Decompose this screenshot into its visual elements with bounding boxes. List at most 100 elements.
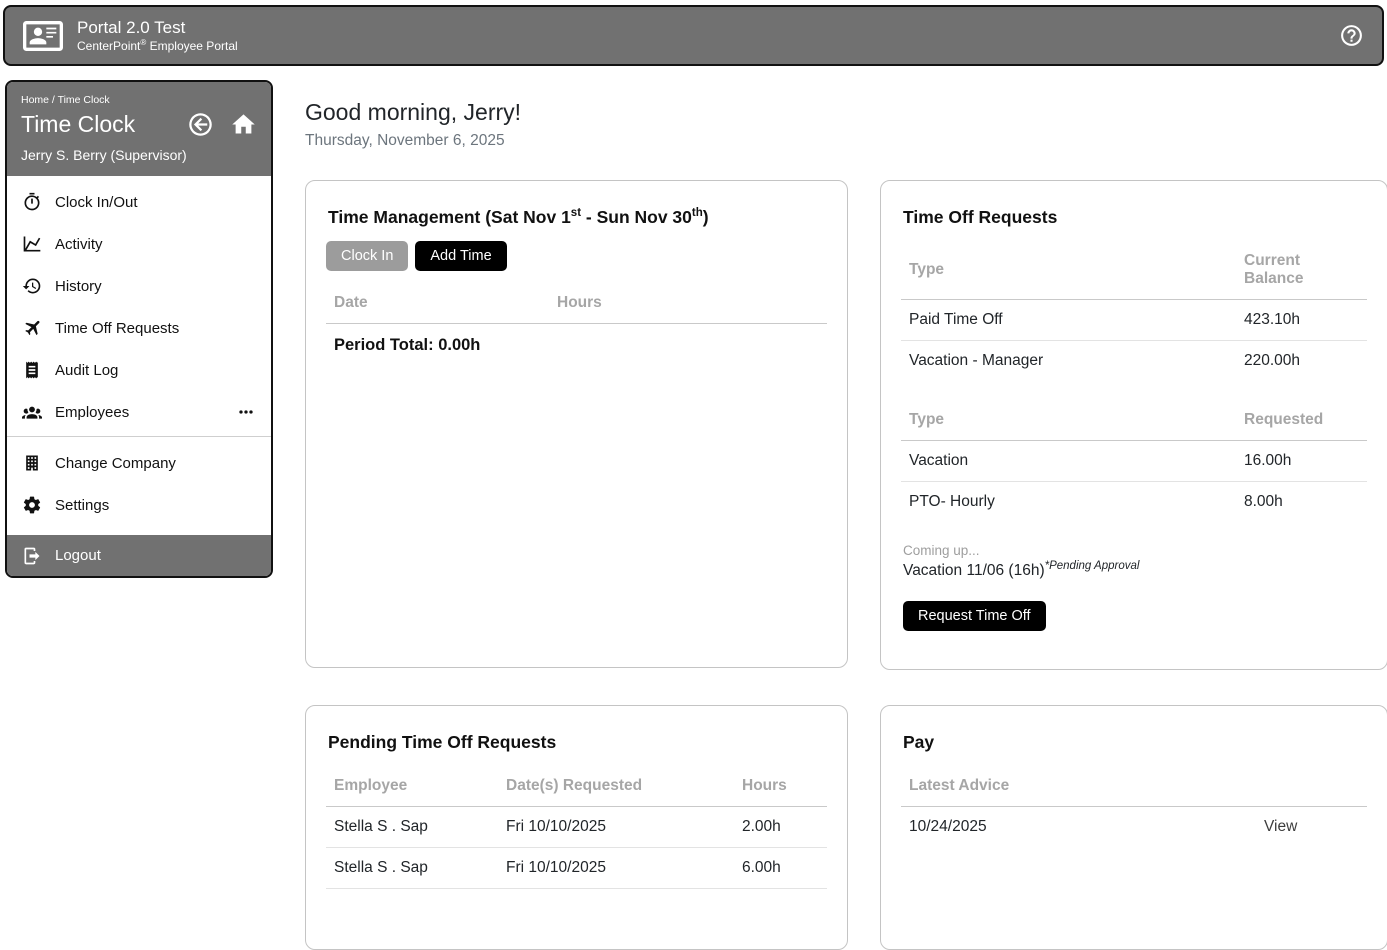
cell-employee: Stella S . Sap (334, 818, 506, 836)
receipt-icon (22, 360, 42, 380)
table-header-row: Latest Advice (901, 766, 1367, 807)
column-header-current-balance: Current Balance (1244, 252, 1359, 288)
table-header-row: Type Current Balance (901, 241, 1367, 300)
page-title: Time Clock (21, 111, 171, 138)
upcoming-time-off: Vacation 11/06 (16h)*Pending Approval (901, 560, 1367, 580)
cell-type: Paid Time Off (909, 311, 1244, 329)
sidebar-item-history[interactable]: History (7, 265, 271, 307)
sidebar-item-label: Change Company (55, 455, 176, 472)
sidebar-item-label: Activity (55, 236, 103, 253)
stopwatch-icon (22, 192, 42, 212)
card-title-pending-requests: Pending Time Off Requests (328, 732, 825, 753)
table-header-row: Date Hours (326, 283, 827, 324)
cell-balance: 220.00h (1244, 352, 1359, 370)
greeting-date: Thursday, November 6, 2025 (305, 132, 505, 150)
gear-icon (22, 495, 42, 515)
time-management-card: Time Management (Sat Nov 1st - Sun Nov 3… (305, 180, 848, 668)
column-header-dates-requested: Date(s) Requested (506, 777, 742, 795)
card-title-time-management: Time Management (Sat Nov 1st - Sun Nov 3… (328, 207, 825, 228)
sidebar: Home / Time Clock Time Clock Jerry S. Be… (5, 80, 273, 578)
column-header-hours: Hours (557, 294, 819, 312)
app-subtitle: CenterPoint® Employee Portal (77, 38, 238, 55)
sidebar-secondary-section: Change Company Settings (7, 436, 271, 526)
sidebar-item-label: Settings (55, 497, 109, 514)
sidebar-item-logout[interactable]: Logout (7, 535, 271, 576)
cell-requested: 8.00h (1244, 493, 1359, 511)
logout-icon (22, 546, 42, 566)
time-off-requests-card: Time Off Requests Type Current Balance P… (880, 180, 1387, 670)
breadcrumb[interactable]: Home / Time Clock (21, 94, 257, 106)
column-header-type: Type (909, 411, 1244, 429)
chart-line-icon (22, 234, 42, 254)
sidebar-item-employees[interactable]: Employees (7, 391, 271, 433)
pay-table: Latest Advice 10/24/2025 View (901, 766, 1367, 847)
sidebar-item-audit-log[interactable]: Audit Log (7, 349, 271, 391)
current-user-label: Jerry S. Berry (Supervisor) (21, 147, 257, 163)
table-row: Stella S . Sap Fri 10/10/2025 2.00h (326, 807, 827, 848)
pay-card: Pay Latest Advice 10/24/2025 View (880, 705, 1387, 950)
card-title-pay: Pay (903, 732, 1365, 753)
help-icon[interactable] (1339, 23, 1364, 48)
table-header-row: Type Requested (901, 400, 1367, 441)
column-header-type: Type (909, 261, 1244, 279)
clock-in-button[interactable]: Clock In (326, 241, 408, 271)
cell-type: Vacation - Manager (909, 352, 1244, 370)
sidebar-item-label: Audit Log (55, 362, 118, 379)
table-row: Vacation - Manager 220.00h (901, 341, 1367, 381)
sidebar-item-label: Employees (55, 404, 129, 421)
cell-requested: 16.00h (1244, 452, 1359, 470)
time-management-table: Date Hours (326, 283, 827, 324)
app-header: Portal 2.0 Test CenterPoint® Employee Po… (3, 5, 1384, 66)
column-header-employee: Employee (334, 777, 506, 795)
cell-employee: Stella S . Sap (334, 859, 506, 877)
table-header-row: Employee Date(s) Requested Hours (326, 766, 827, 807)
requested-table: Type Requested Vacation 16.00h PTO- Hour… (901, 400, 1367, 522)
sidebar-item-label: Time Off Requests (55, 320, 179, 337)
sidebar-item-activity[interactable]: Activity (7, 223, 271, 265)
request-time-off-button[interactable]: Request Time Off (903, 601, 1046, 631)
sidebar-item-clock-in-out[interactable]: Clock In/Out (7, 181, 271, 223)
add-time-button[interactable]: Add Time (415, 241, 506, 271)
cell-advice-date: 10/24/2025 (909, 818, 1264, 836)
period-total: Period Total: 0.00h (326, 324, 827, 367)
building-icon (22, 453, 42, 473)
column-header-latest-advice: Latest Advice (909, 777, 1264, 795)
coming-up-label: Coming up... (901, 543, 1367, 558)
column-header-requested: Requested (1244, 411, 1359, 429)
cell-date-requested: Fri 10/10/2025 (506, 859, 742, 877)
ellipsis-icon[interactable] (236, 402, 256, 422)
table-row: PTO- Hourly 8.00h (901, 482, 1367, 522)
table-row: Paid Time Off 423.10h (901, 300, 1367, 341)
sidebar-item-time-off-requests[interactable]: Time Off Requests (7, 307, 271, 349)
balance-table: Type Current Balance Paid Time Off 423.1… (901, 241, 1367, 381)
pending-approval-note: *Pending Approval (1045, 560, 1140, 572)
column-header-date: Date (334, 294, 557, 312)
sidebar-header: Home / Time Clock Time Clock Jerry S. Be… (7, 82, 271, 176)
sidebar-item-settings[interactable]: Settings (7, 484, 271, 526)
airplane-icon (22, 318, 42, 338)
id-card-icon (23, 16, 63, 56)
sidebar-item-change-company[interactable]: Change Company (7, 442, 271, 484)
cell-hours: 6.00h (742, 859, 819, 877)
cell-balance: 423.10h (1244, 311, 1359, 329)
view-advice-link[interactable]: View (1264, 818, 1359, 836)
cell-type: Vacation (909, 452, 1244, 470)
card-title-time-off-requests: Time Off Requests (903, 207, 1365, 228)
sidebar-item-label: Clock In/Out (55, 194, 138, 211)
people-icon (22, 402, 42, 422)
logout-label: Logout (55, 547, 101, 564)
greeting-title: Good morning, Jerry! (305, 99, 521, 126)
sidebar-nav: Clock In/Out Activity History Time Off R… (7, 176, 271, 526)
cell-hours: 2.00h (742, 818, 819, 836)
cell-type: PTO- Hourly (909, 493, 1244, 511)
table-row: Vacation 16.00h (901, 441, 1367, 482)
back-icon[interactable] (187, 111, 214, 138)
app-title: Portal 2.0 Test (77, 17, 238, 38)
cell-date-requested: Fri 10/10/2025 (506, 818, 742, 836)
history-icon (22, 276, 42, 296)
header-titles: Portal 2.0 Test CenterPoint® Employee Po… (77, 17, 238, 55)
home-icon[interactable] (230, 111, 257, 138)
sidebar-item-label: History (55, 278, 102, 295)
pending-requests-table: Employee Date(s) Requested Hours Stella … (326, 766, 827, 889)
column-header-hours: Hours (742, 777, 819, 795)
